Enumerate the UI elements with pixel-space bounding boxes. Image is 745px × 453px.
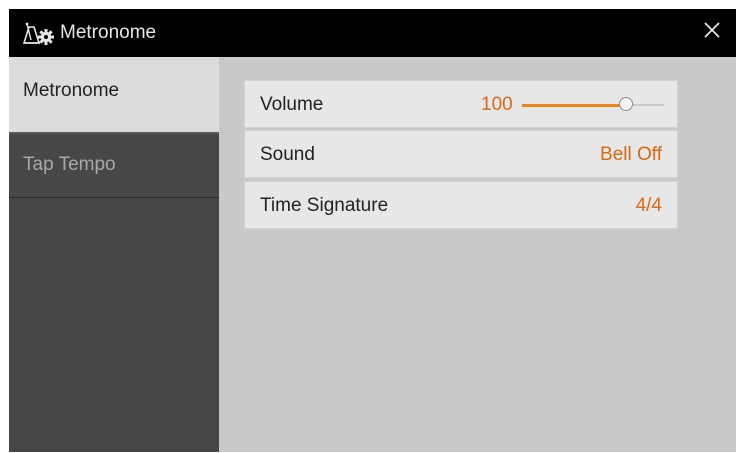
tab-metronome-label: Metronome [23, 80, 120, 101]
close-button[interactable] [698, 18, 726, 46]
time-signature-value: 4/4 [635, 195, 662, 216]
metronome-gear-icon [21, 21, 63, 47]
sound-label: Sound [260, 144, 315, 165]
volume-row[interactable]: Volume 100 [244, 80, 678, 128]
volume-slider-knob[interactable] [619, 97, 633, 111]
tab-tap-tempo-label: Tap Tempo [23, 154, 116, 175]
volume-slider-fill [522, 104, 626, 107]
time-signature-row[interactable]: Time Signature 4/4 [244, 181, 678, 229]
sound-value: Bell Off [600, 144, 662, 165]
metronome-window: Metronome Metronome Tap Tempo Volume 100 [9, 9, 736, 452]
window-title: Metronome [60, 22, 157, 43]
tab-metronome[interactable]: Metronome [9, 57, 219, 132]
sound-row[interactable]: Sound Bell Off [244, 130, 678, 178]
sidebar: Metronome Tap Tempo [9, 57, 219, 452]
sidebar-divider [219, 57, 222, 452]
volume-label: Volume [260, 94, 324, 115]
volume-value: 100 [481, 94, 513, 115]
close-icon [703, 21, 721, 44]
volume-slider[interactable] [522, 94, 664, 116]
time-signature-label: Time Signature [260, 195, 389, 216]
title-bar: Metronome [9, 9, 736, 57]
tab-tap-tempo[interactable]: Tap Tempo [9, 132, 219, 198]
